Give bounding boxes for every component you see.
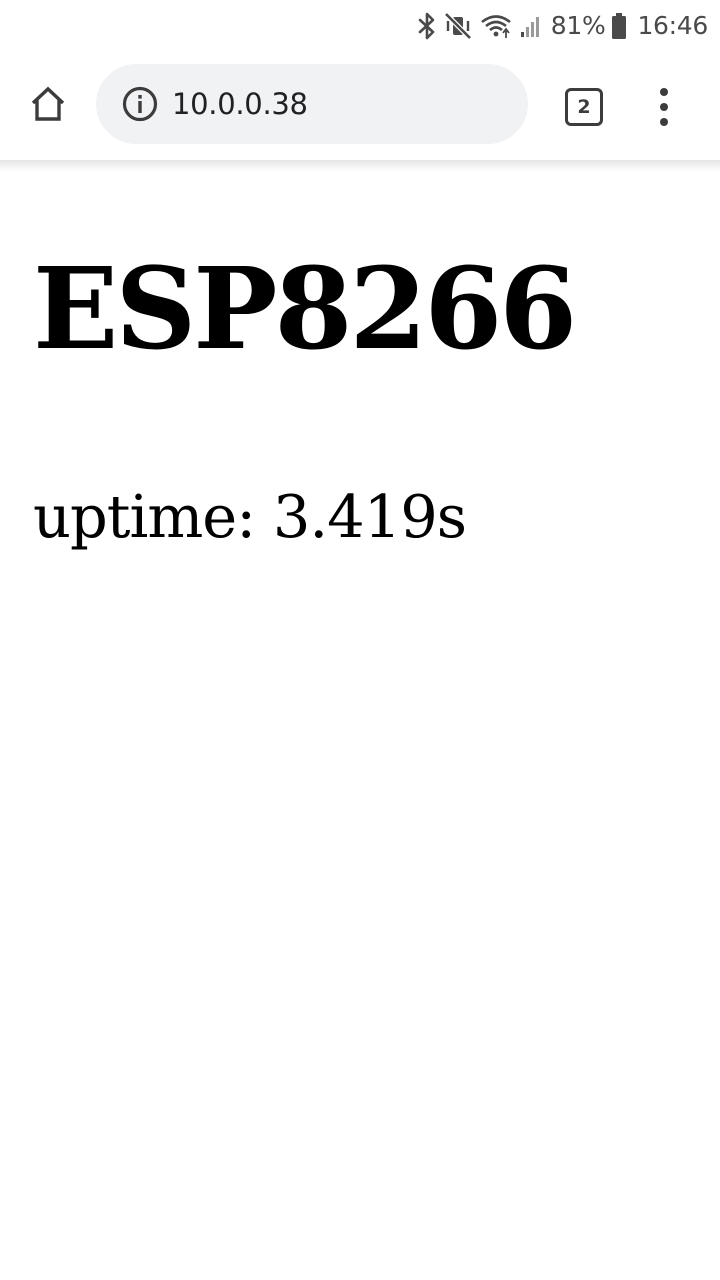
toolbar-shadow (0, 160, 720, 172)
status-icons: 81% 16:46 (417, 8, 708, 44)
status-bar: 81% 16:46 (0, 0, 720, 52)
browser-toolbar: 10.0.0.38 2 (0, 52, 720, 160)
address-bar[interactable]: 10.0.0.38 (96, 64, 528, 144)
status-time: 16:46 (637, 11, 708, 40)
tab-switcher-icon: 2 (565, 88, 603, 126)
wifi-icon (479, 11, 513, 41)
more-menu-button[interactable] (642, 82, 686, 132)
bluetooth-icon (417, 11, 437, 41)
info-icon[interactable] (120, 84, 160, 124)
tab-switcher-button[interactable]: 2 (562, 86, 606, 128)
uptime-line: uptime: 3.419s (33, 472, 467, 562)
cell-signal-icon (519, 11, 543, 41)
home-icon (29, 85, 67, 127)
battery-icon (611, 12, 627, 40)
url-text[interactable]: 10.0.0.38 (172, 87, 308, 121)
battery-percent: 81% (550, 11, 606, 40)
vibrate-mute-icon (443, 11, 473, 41)
uptime-value: 3.419s (272, 482, 467, 551)
more-vert-icon (660, 88, 668, 126)
home-button[interactable] (22, 82, 74, 130)
page-heading: ESP8266 (33, 244, 577, 375)
uptime-label: uptime: (33, 482, 256, 551)
web-page: ESP8266 uptime: 3.419s (0, 172, 720, 1280)
tab-count: 2 (577, 96, 591, 118)
